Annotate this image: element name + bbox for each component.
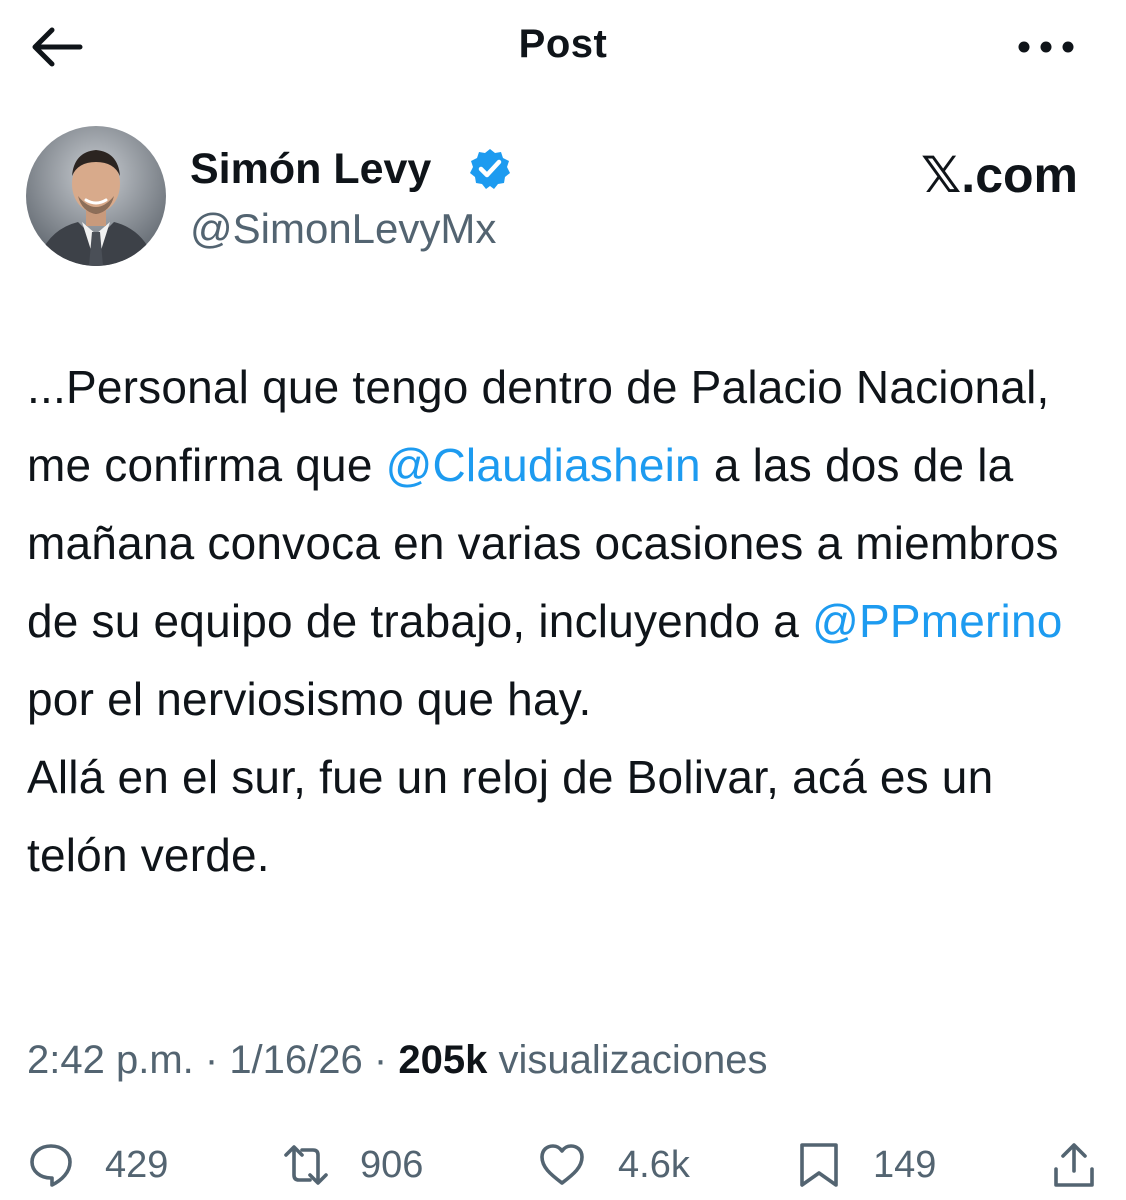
verified-badge-icon	[470, 149, 510, 189]
like-count: 4.6k	[618, 1143, 690, 1186]
action-bar: 429 906 4.6k 149	[0, 1132, 1126, 1198]
repost-button[interactable]: 906	[278, 1132, 423, 1198]
tweet-text: ...Personal que tengo dentro de Palacio …	[27, 348, 1107, 894]
heart-icon	[540, 1144, 584, 1185]
reply-button[interactable]: 429	[27, 1132, 168, 1198]
source-label: 𝕏.com	[921, 147, 1078, 203]
bookmark-icon	[800, 1143, 838, 1187]
views-count: 205k	[398, 1038, 488, 1082]
mention-link[interactable]: @PPmerino	[812, 595, 1062, 647]
post-meta: 2:42 p.m. · 1/16/26 · 205k visualizacion…	[27, 1034, 767, 1086]
reply-icon	[30, 1144, 72, 1187]
more-horizontal-icon	[1018, 41, 1074, 53]
avatar[interactable]	[26, 126, 166, 266]
meta-separator: ·	[193, 1038, 230, 1082]
like-button[interactable]: 4.6k	[536, 1132, 690, 1198]
post-page: Post Simón Levy @SimonLevyMx 𝕏.com ...Pe…	[0, 0, 1126, 1200]
views-label: visualizaciones	[498, 1038, 768, 1082]
reply-count: 429	[105, 1143, 169, 1186]
bookmark-count: 149	[873, 1143, 937, 1186]
author-handle[interactable]: @SimonLevyMx	[190, 203, 496, 255]
page-title: Post	[518, 22, 608, 66]
share-icon	[1054, 1143, 1094, 1187]
avatar-photo	[26, 126, 166, 266]
more-options-button[interactable]	[1015, 34, 1077, 60]
bookmark-button[interactable]: 149	[795, 1132, 936, 1198]
mention-link[interactable]: @Claudiashein	[386, 439, 701, 491]
post-time[interactable]: 2:42 p.m.	[27, 1038, 194, 1082]
repost-count: 906	[360, 1143, 424, 1186]
repost-icon	[284, 1145, 328, 1185]
meta-separator: ·	[362, 1038, 399, 1082]
post-date[interactable]: 1/16/26	[229, 1038, 362, 1082]
top-bar: Post	[0, 0, 1126, 95]
tweet-text-segment: Allá en el sur, fue un reloj de Bolivar,…	[27, 751, 994, 881]
share-button[interactable]	[1050, 1132, 1098, 1198]
author-name[interactable]: Simón Levy	[190, 143, 431, 195]
tweet-text-segment: por el nerviosismo que hay.	[27, 673, 592, 725]
